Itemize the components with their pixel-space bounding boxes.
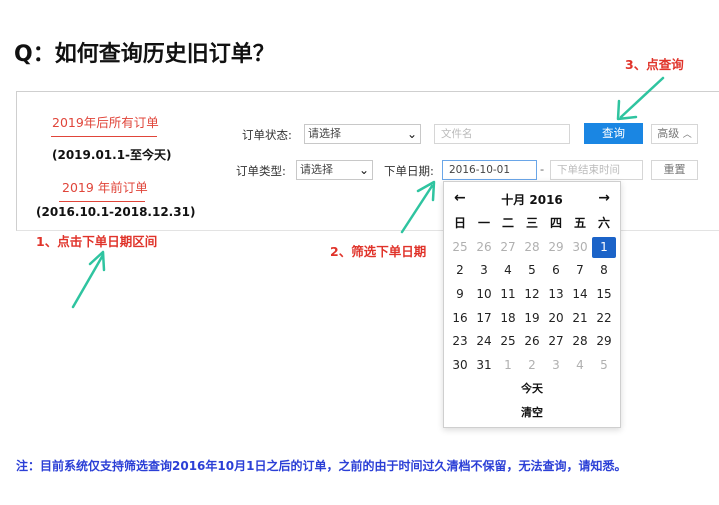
arrow-step-3	[616, 76, 665, 121]
annotation-arrows	[71, 76, 665, 309]
notice-text: 注：目前系统仅支持筛选查询2016年10月1日之后的订单，之前的由于时间过久清档…	[16, 459, 627, 473]
page: { "title": "Q：如何查询历史旧订单？", "side": { "ta…	[0, 0, 719, 505]
arrow-step-2	[400, 180, 436, 234]
arrow-step-1	[71, 250, 106, 309]
